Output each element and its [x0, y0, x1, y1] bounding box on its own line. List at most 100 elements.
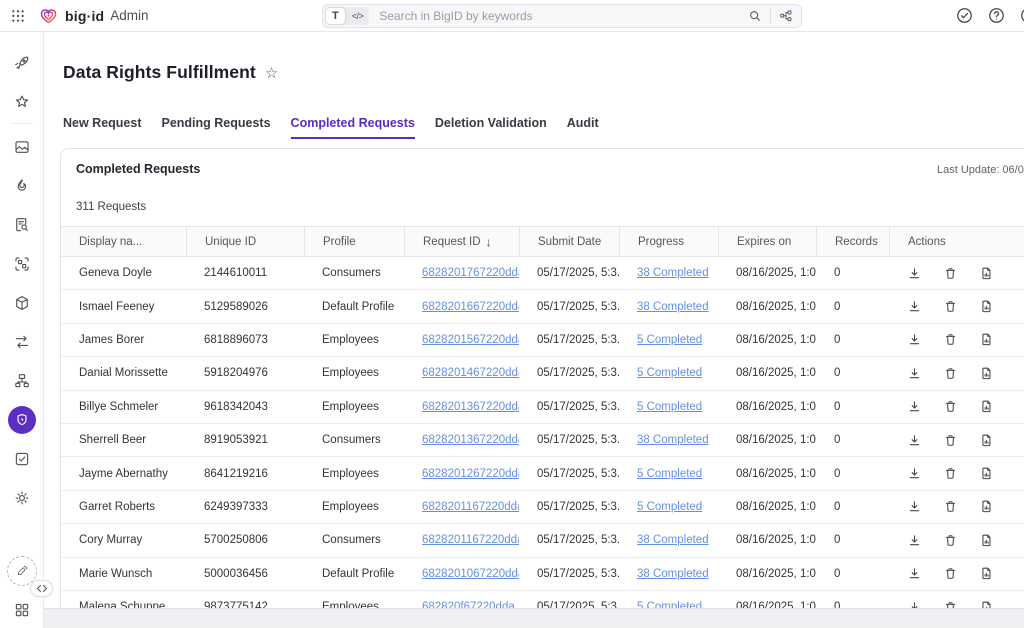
sidebar-item-transfers[interactable]	[0, 322, 43, 361]
favorite-star-icon[interactable]: ☆	[265, 64, 278, 82]
report-icon[interactable]	[979, 433, 994, 448]
progress-link[interactable]: 38 Completed	[637, 534, 709, 546]
sidebar-item-overview[interactable]	[0, 127, 43, 166]
report-icon[interactable]	[979, 266, 994, 281]
table-row[interactable]: Ismael Feeney 5129589026 Default Profile…	[61, 290, 1024, 323]
sidebar-item-catalog[interactable]	[0, 205, 43, 244]
request-id-link[interactable]: 6828201167220dda...	[422, 501, 519, 513]
request-id-link[interactable]: 6828201467220dda...	[422, 367, 519, 379]
column-profile[interactable]: Profile	[304, 227, 404, 256]
delete-icon[interactable]	[943, 366, 958, 381]
progress-link[interactable]: 38 Completed	[637, 301, 709, 313]
download-icon[interactable]	[907, 466, 922, 481]
sidebar-item-hierarchy[interactable]	[0, 361, 43, 400]
sidebar-item-rocket[interactable]	[0, 43, 43, 82]
tab-deletion-validation[interactable]: Deletion Validation	[435, 116, 547, 139]
sidebar-item-tasks[interactable]	[0, 439, 43, 478]
sidebar-item-favorites[interactable]	[0, 82, 43, 121]
report-icon[interactable]	[979, 566, 994, 581]
request-id-link[interactable]: 6828201367220dda...	[422, 401, 519, 413]
progress-link[interactable]: 38 Completed	[637, 267, 709, 279]
sidebar-item-classification[interactable]	[0, 244, 43, 283]
column-request-id[interactable]: Request ID ↓	[404, 227, 519, 256]
progress-link[interactable]: 5 Completed	[637, 367, 702, 379]
column-records[interactable]: Records	[816, 227, 889, 256]
search-icon[interactable]	[748, 9, 762, 23]
tab-pending-requests[interactable]: Pending Requests	[162, 116, 271, 139]
report-icon[interactable]	[979, 399, 994, 414]
global-search-bar[interactable]: T </>	[322, 4, 802, 28]
report-icon[interactable]	[979, 299, 994, 314]
sort-descending-icon[interactable]: ↓	[486, 235, 492, 249]
download-icon[interactable]	[907, 533, 922, 548]
tasks-check-icon[interactable]	[955, 6, 974, 25]
download-icon[interactable]	[907, 399, 922, 414]
table-row[interactable]: Sherrell Beer 8919053921 Consumers 68282…	[61, 424, 1024, 457]
report-icon[interactable]	[979, 499, 994, 514]
delete-icon[interactable]	[943, 299, 958, 314]
progress-link[interactable]: 5 Completed	[637, 501, 702, 513]
sidebar-collapse-toggle[interactable]	[30, 580, 53, 597]
table-row[interactable]: Billye Schmeler 9618342043 Employees 682…	[61, 391, 1024, 424]
progress-link[interactable]: 5 Completed	[637, 334, 702, 346]
delete-icon[interactable]	[943, 499, 958, 514]
delete-icon[interactable]	[943, 466, 958, 481]
table-row[interactable]: Geneva Doyle 2144610011 Consumers 682820…	[61, 257, 1024, 290]
tab-new-request[interactable]: New Request	[63, 116, 142, 139]
waffle-menu-icon[interactable]	[10, 8, 26, 24]
request-id-link[interactable]: 6828201267220dda...	[422, 468, 519, 480]
column-unique-id[interactable]: Unique ID	[186, 227, 304, 256]
tab-completed-requests[interactable]: Completed Requests	[291, 116, 415, 139]
request-id-link[interactable]: 6828201767220dda...	[422, 267, 519, 279]
download-icon[interactable]	[907, 299, 922, 314]
report-icon[interactable]	[979, 332, 994, 347]
download-icon[interactable]	[907, 566, 922, 581]
table-row[interactable]: Garret Roberts 6249397333 Employees 6828…	[61, 491, 1024, 524]
report-icon[interactable]	[979, 366, 994, 381]
saved-queries-icon[interactable]	[779, 9, 793, 23]
delete-icon[interactable]	[943, 566, 958, 581]
progress-link[interactable]: 38 Completed	[637, 568, 709, 580]
table-row[interactable]: Cory Murray 5700250806 Consumers 6828201…	[61, 524, 1024, 557]
sidebar-item-hotspots[interactable]	[0, 166, 43, 205]
request-id-link[interactable]: 6828201667220dda...	[422, 301, 519, 313]
bigid-logo[interactable]: big·id Admin	[38, 5, 149, 26]
search-text-mode-button[interactable]: T	[325, 7, 346, 25]
column-progress[interactable]: Progress	[619, 227, 718, 256]
download-icon[interactable]	[907, 499, 922, 514]
sidebar-item-data-sources[interactable]	[0, 283, 43, 322]
table-row[interactable]: Marie Wunsch 5000036456 Default Profile …	[61, 558, 1024, 591]
report-icon[interactable]	[979, 466, 994, 481]
sidebar-item-data-rights-active[interactable]	[0, 400, 43, 439]
download-icon[interactable]	[907, 332, 922, 347]
table-row[interactable]: Danial Morissette 5918204976 Employees 6…	[61, 357, 1024, 390]
profile-icon[interactable]	[1019, 6, 1024, 25]
delete-icon[interactable]	[943, 399, 958, 414]
request-id-link[interactable]: 6828201067220dda...	[422, 568, 519, 580]
column-submit-date[interactable]: Submit Date	[519, 227, 619, 256]
progress-link[interactable]: 5 Completed	[637, 468, 702, 480]
download-icon[interactable]	[907, 366, 922, 381]
column-expires-on[interactable]: Expires on	[718, 227, 816, 256]
search-input[interactable]	[371, 9, 740, 23]
sidebar-item-settings[interactable]	[0, 478, 43, 517]
progress-link[interactable]: 38 Completed	[637, 434, 709, 446]
progress-link[interactable]: 5 Completed	[637, 401, 702, 413]
column-display-name[interactable]: Display na...	[61, 227, 186, 256]
download-icon[interactable]	[907, 266, 922, 281]
search-query-mode-button[interactable]: </>	[346, 7, 370, 25]
delete-icon[interactable]	[943, 533, 958, 548]
help-icon[interactable]	[987, 6, 1006, 25]
request-id-link[interactable]: 6828201367220dda...	[422, 434, 519, 446]
table-row[interactable]: James Borer 6818896073 Employees 6828201…	[61, 324, 1024, 357]
delete-icon[interactable]	[943, 266, 958, 281]
request-id-link[interactable]: 6828201567220dda...	[422, 334, 519, 346]
download-icon[interactable]	[907, 433, 922, 448]
sidebar-apps-button[interactable]	[13, 601, 31, 619]
delete-icon[interactable]	[943, 332, 958, 347]
tab-audit[interactable]: Audit	[567, 116, 599, 139]
delete-icon[interactable]	[943, 433, 958, 448]
report-icon[interactable]	[979, 533, 994, 548]
request-id-link[interactable]: 6828201167220dda...	[422, 534, 519, 546]
table-row[interactable]: Jayme Abernathy 8641219216 Employees 682…	[61, 457, 1024, 490]
